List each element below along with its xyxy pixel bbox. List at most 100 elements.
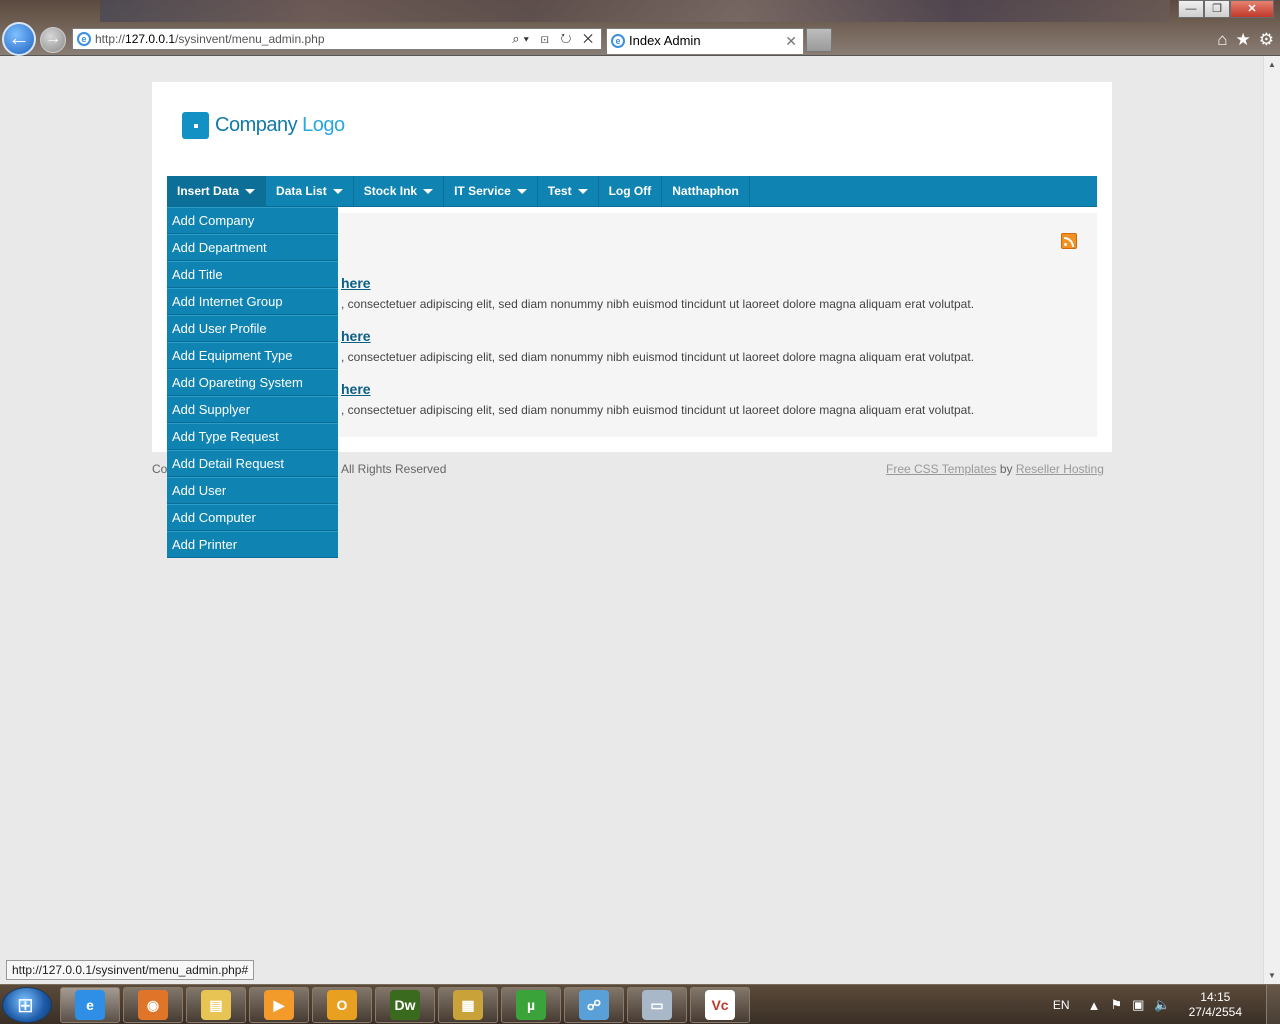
- address-tools-icons[interactable]: ⌕▾ ⊡ ↻ ✕: [512, 29, 597, 49]
- minimize-button[interactable]: —: [1178, 0, 1204, 18]
- menu-item-log-off[interactable]: Log Off: [599, 176, 663, 206]
- address-prefix: http://: [95, 32, 126, 46]
- scroll-down-icon[interactable]: ▼: [1264, 967, 1280, 984]
- menu-item-natthaphon[interactable]: Natthaphon: [662, 176, 750, 206]
- address-path: /sysinvent/menu_admin.php: [175, 32, 325, 46]
- menu-item-stock-ink[interactable]: Stock Ink: [354, 176, 445, 206]
- close-window-button[interactable]: ✕: [1230, 0, 1274, 18]
- menu-item-label: Natthaphon: [672, 184, 739, 198]
- dropdown-item-add-user-profile[interactable]: Add User Profile: [167, 315, 338, 342]
- dropdown-item-add-type-request[interactable]: Add Type Request: [167, 423, 338, 450]
- menu-item-test[interactable]: Test: [538, 176, 599, 206]
- status-bar-url: http://127.0.0.1/sysinvent/menu_admin.ph…: [6, 960, 255, 980]
- tab-title: Index Admin: [629, 33, 701, 48]
- address-host: 127.0.0.1: [125, 32, 176, 46]
- ie-tab-icon: e: [611, 34, 625, 48]
- address-bar[interactable]: e http://127.0.0.1/sysinvent/menu_admin.…: [72, 28, 602, 50]
- dropdown-item-add-equipment-type[interactable]: Add Equipment Type: [167, 342, 338, 369]
- taskbar-apps: e ◉ ▤ ▶ O Dw ▦ µ ☍ ▭ Vc: [60, 987, 750, 1023]
- logo-text-main: Company: [215, 114, 298, 136]
- logo-text-light: Logo: [302, 114, 345, 136]
- taskbar-app-dreamweaver[interactable]: Dw: [375, 987, 435, 1023]
- browser-tab[interactable]: e Index Admin ✕: [606, 28, 804, 54]
- menu-item-label: Test: [547, 184, 572, 198]
- taskbar-app-ie[interactable]: e: [60, 987, 120, 1023]
- windows-taskbar: e ◉ ▤ ▶ O Dw ▦ µ ☍ ▭ Vc EN ▲ ⚑ ▣ 🔈 14:15 27/4/2554: [0, 984, 1280, 1024]
- dropdown-item-add-department[interactable]: Add Department: [167, 234, 338, 261]
- post-body: , consectetuer adipiscing elit, sed diam…: [341, 297, 975, 311]
- reseller-hosting-link[interactable]: Reseller Hosting: [1016, 462, 1104, 476]
- taskbar-app-files[interactable]: ▦: [438, 987, 498, 1023]
- menu-item-label: Insert Data: [177, 184, 240, 198]
- dropdown-item-add-company[interactable]: Add Company: [167, 207, 338, 234]
- taskbar-app-utorrent[interactable]: µ: [501, 987, 561, 1023]
- taskbar-app-media[interactable]: ▶: [249, 987, 309, 1023]
- dropdown-item-add-supplyer[interactable]: Add Supplyer: [167, 396, 338, 423]
- network-icon[interactable]: ▣: [1132, 997, 1144, 1013]
- explorer-icon: ▤: [201, 990, 231, 1020]
- menu-item-label: IT Service: [454, 184, 511, 198]
- maximize-button[interactable]: ❐: [1204, 0, 1230, 18]
- forward-button[interactable]: →: [40, 27, 66, 53]
- taskbar-app-outlook[interactable]: O: [312, 987, 372, 1023]
- clock-time: 14:15: [1200, 990, 1231, 1004]
- action-center-flag-icon[interactable]: ⚑: [1110, 997, 1122, 1013]
- insert-data-dropdown: Add Company Add Department Add Title Add In…: [167, 207, 338, 558]
- caret-down-icon: [516, 188, 527, 194]
- browser-toolbar-icons: ⌂ ★ ⚙: [1217, 30, 1274, 50]
- menu-item-data-list[interactable]: Data List: [266, 176, 354, 206]
- taskbar-app-firefox[interactable]: ◉: [123, 987, 183, 1023]
- footer-copyright: Co All Rights Reserved: [152, 462, 446, 476]
- caret-down-icon: [332, 188, 343, 194]
- clock-date: 27/4/2554: [1188, 1005, 1242, 1019]
- browser-chrome: — ❐ ✕ ← → e http://127.0.0.1/sysinvent/m…: [0, 0, 1280, 56]
- vnc-icon: Vc: [705, 990, 735, 1020]
- network-icon: ☍: [579, 990, 609, 1020]
- tab-close-icon[interactable]: ✕: [785, 29, 797, 53]
- show-desktop-button[interactable]: [1266, 985, 1280, 1024]
- rss-feed-icon[interactable]: [1061, 233, 1077, 249]
- menu-item-it-service[interactable]: IT Service: [444, 176, 538, 206]
- post-link[interactable]: here: [341, 328, 371, 344]
- outlook-icon: O: [327, 990, 357, 1020]
- caret-down-icon: [245, 188, 256, 194]
- company-logo[interactable]: Company Logo: [182, 112, 345, 139]
- window-controls: — ❐ ✕: [1178, 0, 1274, 18]
- footer-by: by: [996, 462, 1016, 476]
- scroll-up-icon[interactable]: ▲: [1264, 56, 1280, 73]
- dropdown-item-add-detail-request[interactable]: Add Detail Request: [167, 450, 338, 477]
- free-css-templates-link[interactable]: Free CSS Templates: [886, 462, 997, 476]
- taskbar-app-explorer[interactable]: ▤: [186, 987, 246, 1023]
- background-taskbar-strip: [100, 0, 1170, 22]
- show-hidden-icons-icon[interactable]: ▲: [1088, 998, 1101, 1013]
- dropdown-item-add-title[interactable]: Add Title: [167, 261, 338, 288]
- back-button[interactable]: ←: [2, 22, 36, 56]
- start-button[interactable]: [2, 987, 52, 1023]
- window-icon: ▭: [642, 990, 672, 1020]
- volume-icon[interactable]: 🔈: [1154, 997, 1170, 1013]
- taskbar-app-window[interactable]: ▭: [627, 987, 687, 1023]
- menu-item-label: Data List: [276, 184, 327, 198]
- vertical-scrollbar[interactable]: ▲ ▼: [1263, 56, 1280, 984]
- logo-mark-icon: [182, 112, 209, 139]
- favorites-star-icon[interactable]: ★: [1236, 30, 1251, 50]
- post-link[interactable]: here: [341, 381, 371, 397]
- caret-down-icon: [577, 188, 588, 194]
- taskbar-app-vnc[interactable]: Vc: [690, 987, 750, 1023]
- dropdown-item-add-printer[interactable]: Add Printer: [167, 531, 338, 558]
- dropdown-item-add-opareting-system[interactable]: Add Opareting System: [167, 369, 338, 396]
- home-icon[interactable]: ⌂: [1217, 30, 1227, 50]
- tools-gear-icon[interactable]: ⚙: [1259, 30, 1274, 50]
- dropdown-item-add-internet-group[interactable]: Add Internet Group: [167, 288, 338, 315]
- footer-rights: All Rights Reserved: [341, 462, 447, 476]
- clock[interactable]: 14:15 27/4/2554: [1189, 990, 1242, 1020]
- post-link[interactable]: here: [341, 275, 371, 291]
- menu-item-insert-data[interactable]: Insert Data: [167, 176, 267, 206]
- dropdown-item-add-computer[interactable]: Add Computer: [167, 504, 338, 531]
- footer-credits: Free CSS Templates by Reseller Hosting: [886, 462, 1104, 476]
- new-tab-button[interactable]: [806, 28, 832, 52]
- dreamweaver-icon: Dw: [390, 990, 420, 1020]
- dropdown-item-add-user[interactable]: Add User: [167, 477, 338, 504]
- taskbar-app-network[interactable]: ☍: [564, 987, 624, 1023]
- language-indicator[interactable]: EN: [1053, 998, 1070, 1012]
